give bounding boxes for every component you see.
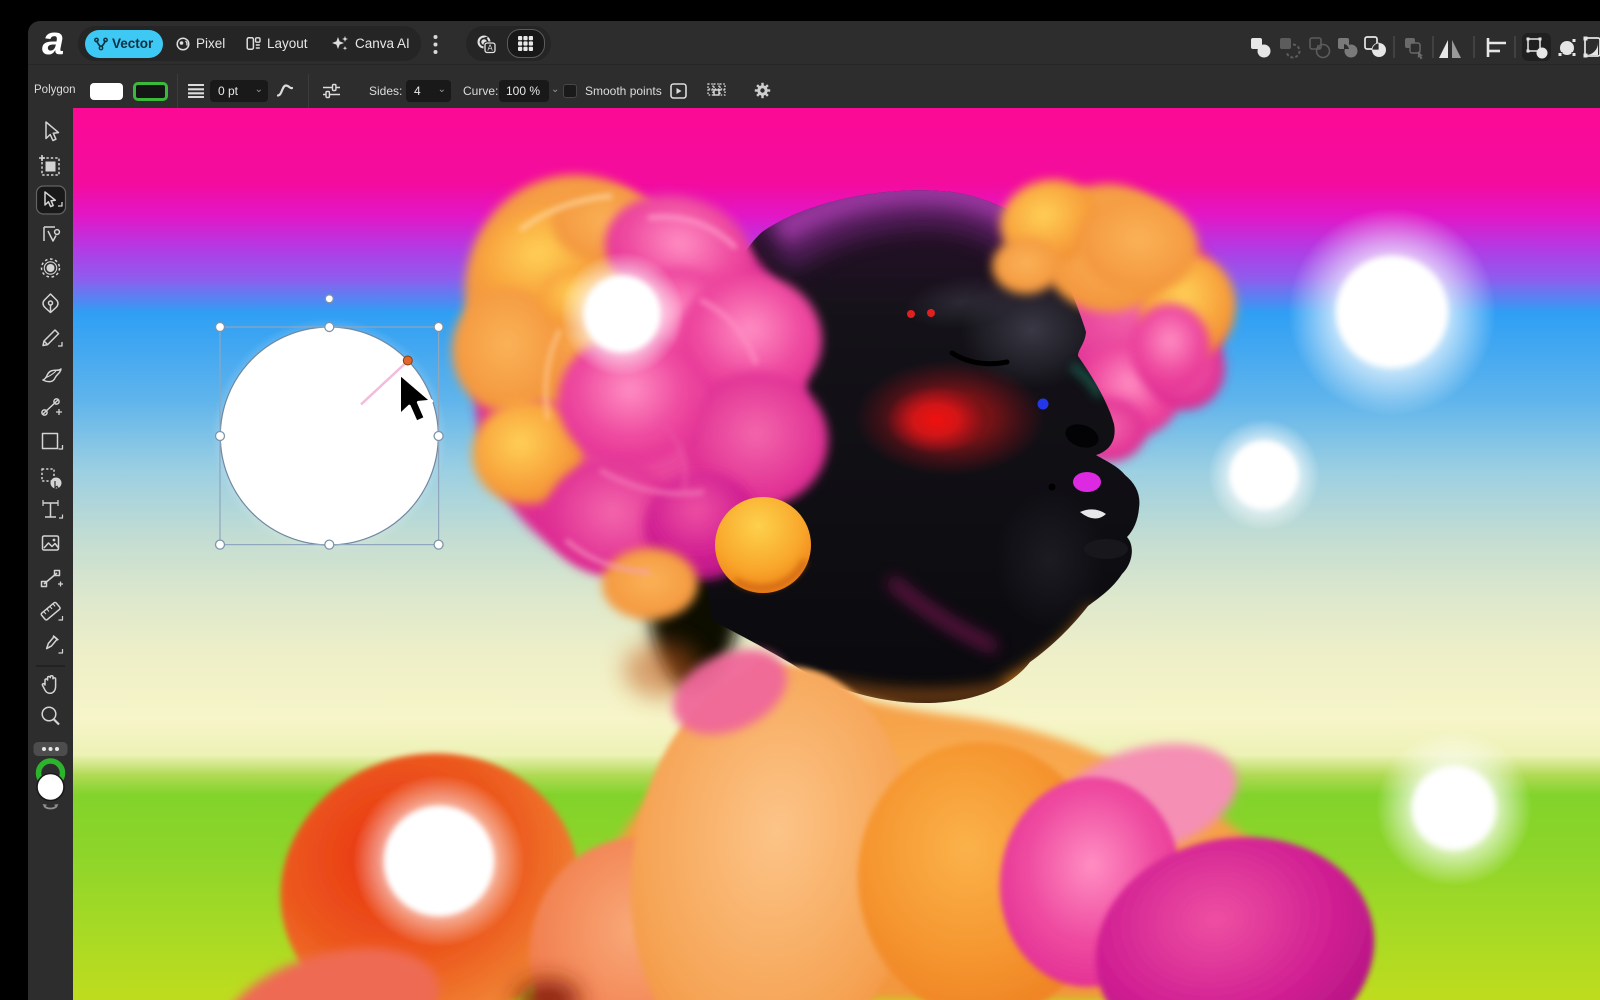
svg-text:A: A <box>487 44 493 53</box>
